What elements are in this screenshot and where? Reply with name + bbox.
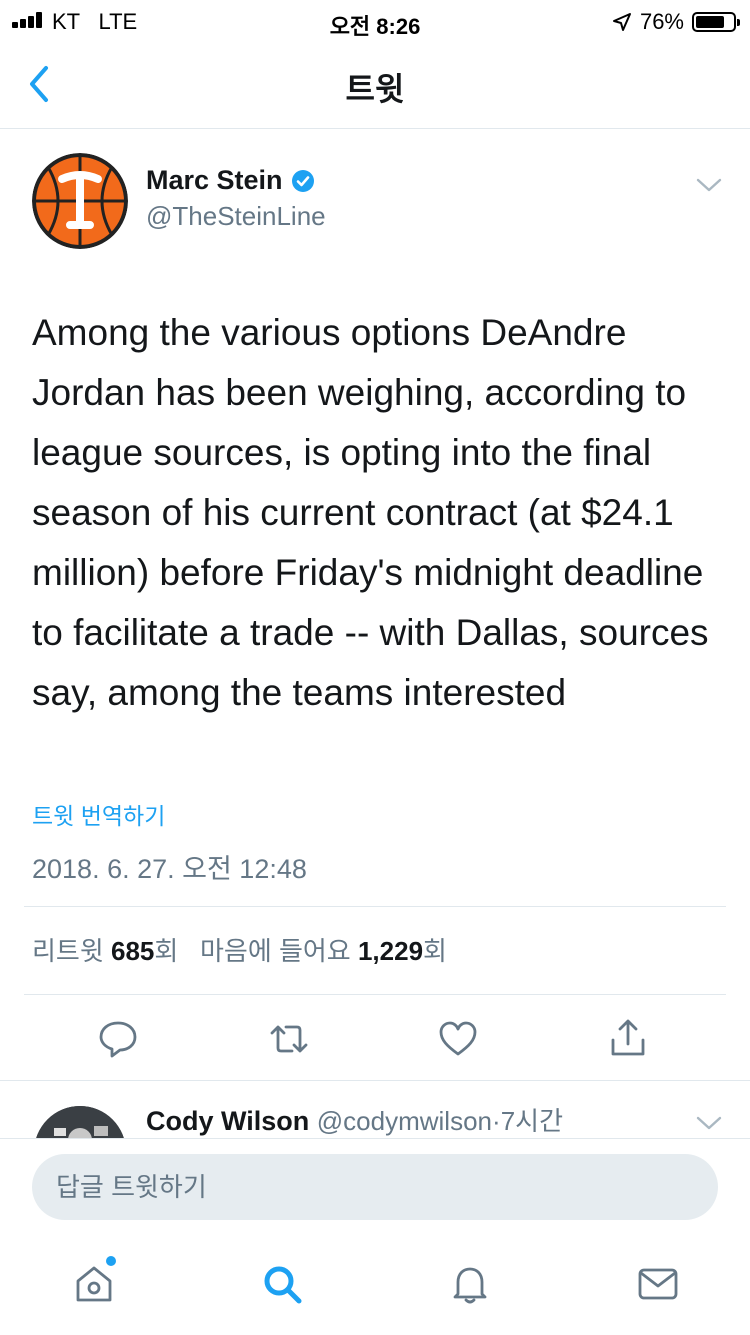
likes-count: 1,229	[357, 936, 424, 966]
like-button[interactable]	[437, 1018, 479, 1060]
divider	[24, 994, 726, 995]
reply-icon	[99, 1021, 137, 1058]
retweet-button[interactable]	[268, 1018, 310, 1060]
share-button[interactable]	[607, 1018, 649, 1060]
home-icon	[76, 1266, 112, 1302]
author-name[interactable]: Marc Stein	[146, 165, 283, 196]
location-arrow-icon	[612, 13, 631, 31]
tab-messages[interactable]	[636, 1262, 680, 1306]
share-icon	[611, 1019, 645, 1056]
retweets-label: 리트윗	[32, 936, 104, 966]
translate-tweet-link[interactable]: 트윗 번역하기	[32, 797, 165, 831]
tweet-options-button[interactable]	[694, 174, 724, 196]
basketball-logo-icon	[32, 153, 128, 249]
divider	[0, 1080, 750, 1081]
retweets-suffix: 회	[154, 936, 179, 966]
retweets-count: 685	[111, 936, 155, 966]
messages-icon	[638, 1268, 678, 1300]
divider	[24, 906, 726, 907]
battery-percent: 76%	[639, 9, 684, 34]
like-icon	[439, 1021, 477, 1056]
likes-label: 마음에 들어요	[199, 936, 351, 966]
author-name-row[interactable]: Marc Stein	[146, 165, 315, 196]
notifications-icon	[453, 1267, 487, 1304]
tweet-timestamp: 2018. 6. 27. 오전 12:48	[32, 854, 307, 884]
status-right: 76%	[612, 9, 740, 35]
reply-options-button[interactable]	[694, 1112, 724, 1134]
chevron-down-icon	[696, 178, 722, 192]
tweet-stats: 리트윗 685회 마음에 들어요 1,229회	[32, 931, 447, 968]
reply-author-handle[interactable]: @codymwilson	[317, 1106, 492, 1136]
reply-separator: ·	[492, 1106, 501, 1136]
reply-author-name[interactable]: Cody Wilson	[146, 1106, 309, 1136]
author-handle[interactable]: @TheSteinLine	[146, 201, 326, 232]
reply-time: 7시간	[500, 1106, 563, 1136]
battery-icon	[692, 12, 740, 32]
tab-search[interactable]	[260, 1262, 304, 1306]
search-icon	[264, 1266, 302, 1304]
tab-home[interactable]	[72, 1262, 116, 1306]
retweets-stat[interactable]: 리트윗 685회	[32, 936, 178, 966]
reply-button[interactable]	[97, 1018, 139, 1060]
reply-input[interactable]	[32, 1154, 718, 1220]
retweet-icon	[270, 1025, 308, 1053]
author-avatar[interactable]	[32, 153, 128, 249]
tweet-text: Among the various options DeAndre Jordan…	[32, 312, 709, 713]
status-bar: KT LTE 오전 8:26 76%	[0, 0, 750, 40]
reply-author-row[interactable]: Cody Wilson @codymwilson·7시간	[146, 1101, 563, 1138]
page-title: 트윗	[345, 71, 405, 107]
likes-suffix: 회	[423, 936, 447, 966]
chevron-down-icon	[696, 1116, 722, 1130]
tab-notifications[interactable]	[448, 1262, 492, 1306]
home-notification-dot	[106, 1256, 116, 1266]
verified-badge-icon	[291, 169, 314, 192]
likes-stat[interactable]: 마음에 들어요 1,229회	[200, 936, 447, 966]
nav-bar: 트윗	[0, 40, 750, 129]
